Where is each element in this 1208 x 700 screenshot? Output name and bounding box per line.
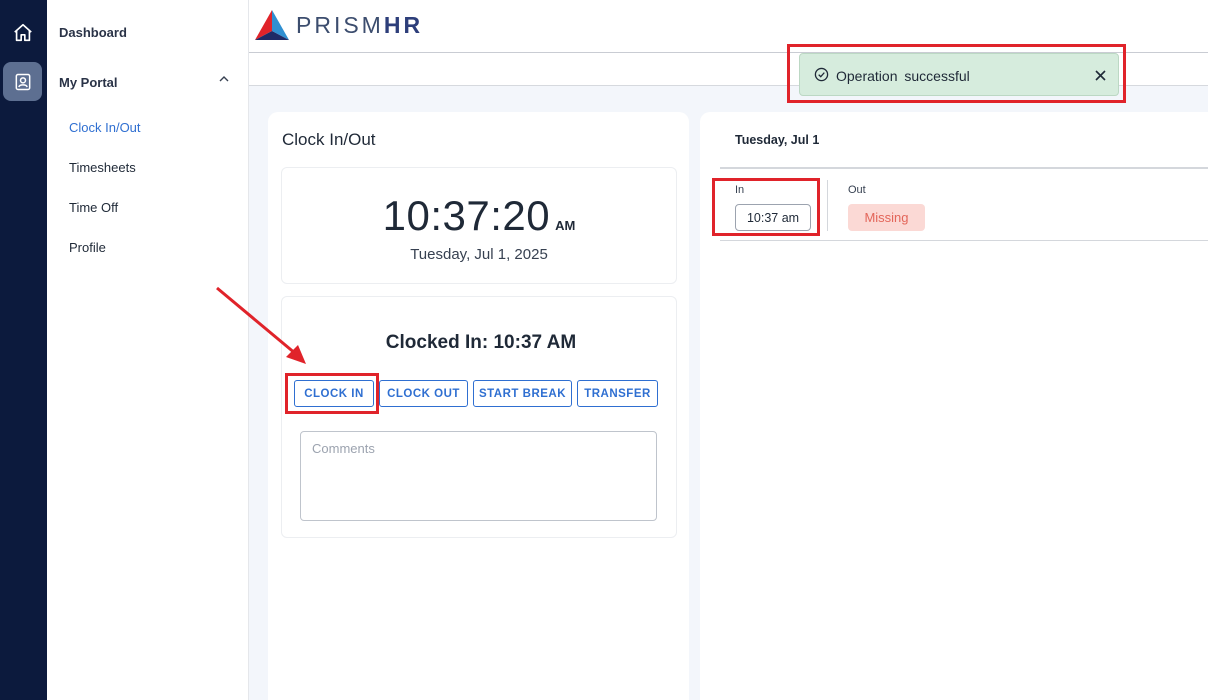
- clock-status: Clocked In: 10:37 AM: [385, 332, 577, 353]
- clock-in-button[interactable]: CLOCK IN: [294, 380, 374, 407]
- start-break-button[interactable]: START BREAK: [473, 380, 572, 407]
- sidebar: Dashboard My Portal Clock In/Out Timeshe…: [47, 0, 249, 700]
- toast-message: Operation successful: [836, 68, 970, 84]
- card-title: Clock In/Out: [282, 130, 376, 149]
- portal-badge-icon: [15, 73, 30, 90]
- sidebar-item-dashboard[interactable]: Dashboard: [59, 25, 127, 40]
- transfer-button[interactable]: TRANSFER: [577, 380, 658, 407]
- close-icon[interactable]: [1093, 68, 1107, 82]
- check-circle-icon: [814, 67, 829, 82]
- success-toast: Operation successful: [799, 53, 1119, 96]
- current-time-ampm: AM: [555, 218, 576, 233]
- sidebar-section-my-portal[interactable]: My Portal: [59, 75, 118, 90]
- current-date: Tuesday, Jul 1, 2025: [410, 246, 548, 263]
- day-title: Tuesday, Jul 1: [735, 133, 820, 147]
- logo-text-bold: HR: [383, 11, 424, 38]
- chevron-up-icon[interactable]: [218, 73, 230, 85]
- day-header-divider: [720, 167, 1208, 169]
- top-header: PRISMHR: [249, 0, 1208, 53]
- prism-logo-icon: [255, 10, 289, 40]
- punch-divider: [827, 180, 828, 231]
- prismhr-logo[interactable]: PRISMHR: [254, 8, 423, 42]
- rail-portal-button[interactable]: [3, 62, 42, 101]
- current-time: 10:37:20: [382, 192, 551, 239]
- day-punches-card: [700, 112, 1208, 700]
- in-label: In: [735, 184, 745, 196]
- out-label: Out: [848, 184, 866, 196]
- sidebar-item-time-off[interactable]: Time Off: [69, 200, 118, 215]
- sidebar-item-profile[interactable]: Profile: [69, 240, 106, 255]
- in-time-chip[interactable]: 10:37 am: [735, 204, 811, 231]
- icon-rail: [0, 0, 47, 700]
- home-icon: [13, 23, 32, 41]
- sidebar-item-clock-in-out[interactable]: Clock In/Out: [69, 120, 141, 135]
- comments-input[interactable]: [300, 431, 657, 521]
- out-missing-badge[interactable]: Missing: [848, 204, 925, 231]
- sidebar-item-timesheets[interactable]: Timesheets: [69, 160, 136, 175]
- live-clock-panel: 10:37:20 AM Tuesday, Jul 1, 2025: [281, 167, 677, 284]
- rail-home-button[interactable]: [3, 13, 42, 52]
- day-row-divider: [720, 240, 1208, 241]
- clock-out-button[interactable]: CLOCK OUT: [379, 380, 468, 407]
- logo-text-primary: PRISM: [296, 11, 384, 38]
